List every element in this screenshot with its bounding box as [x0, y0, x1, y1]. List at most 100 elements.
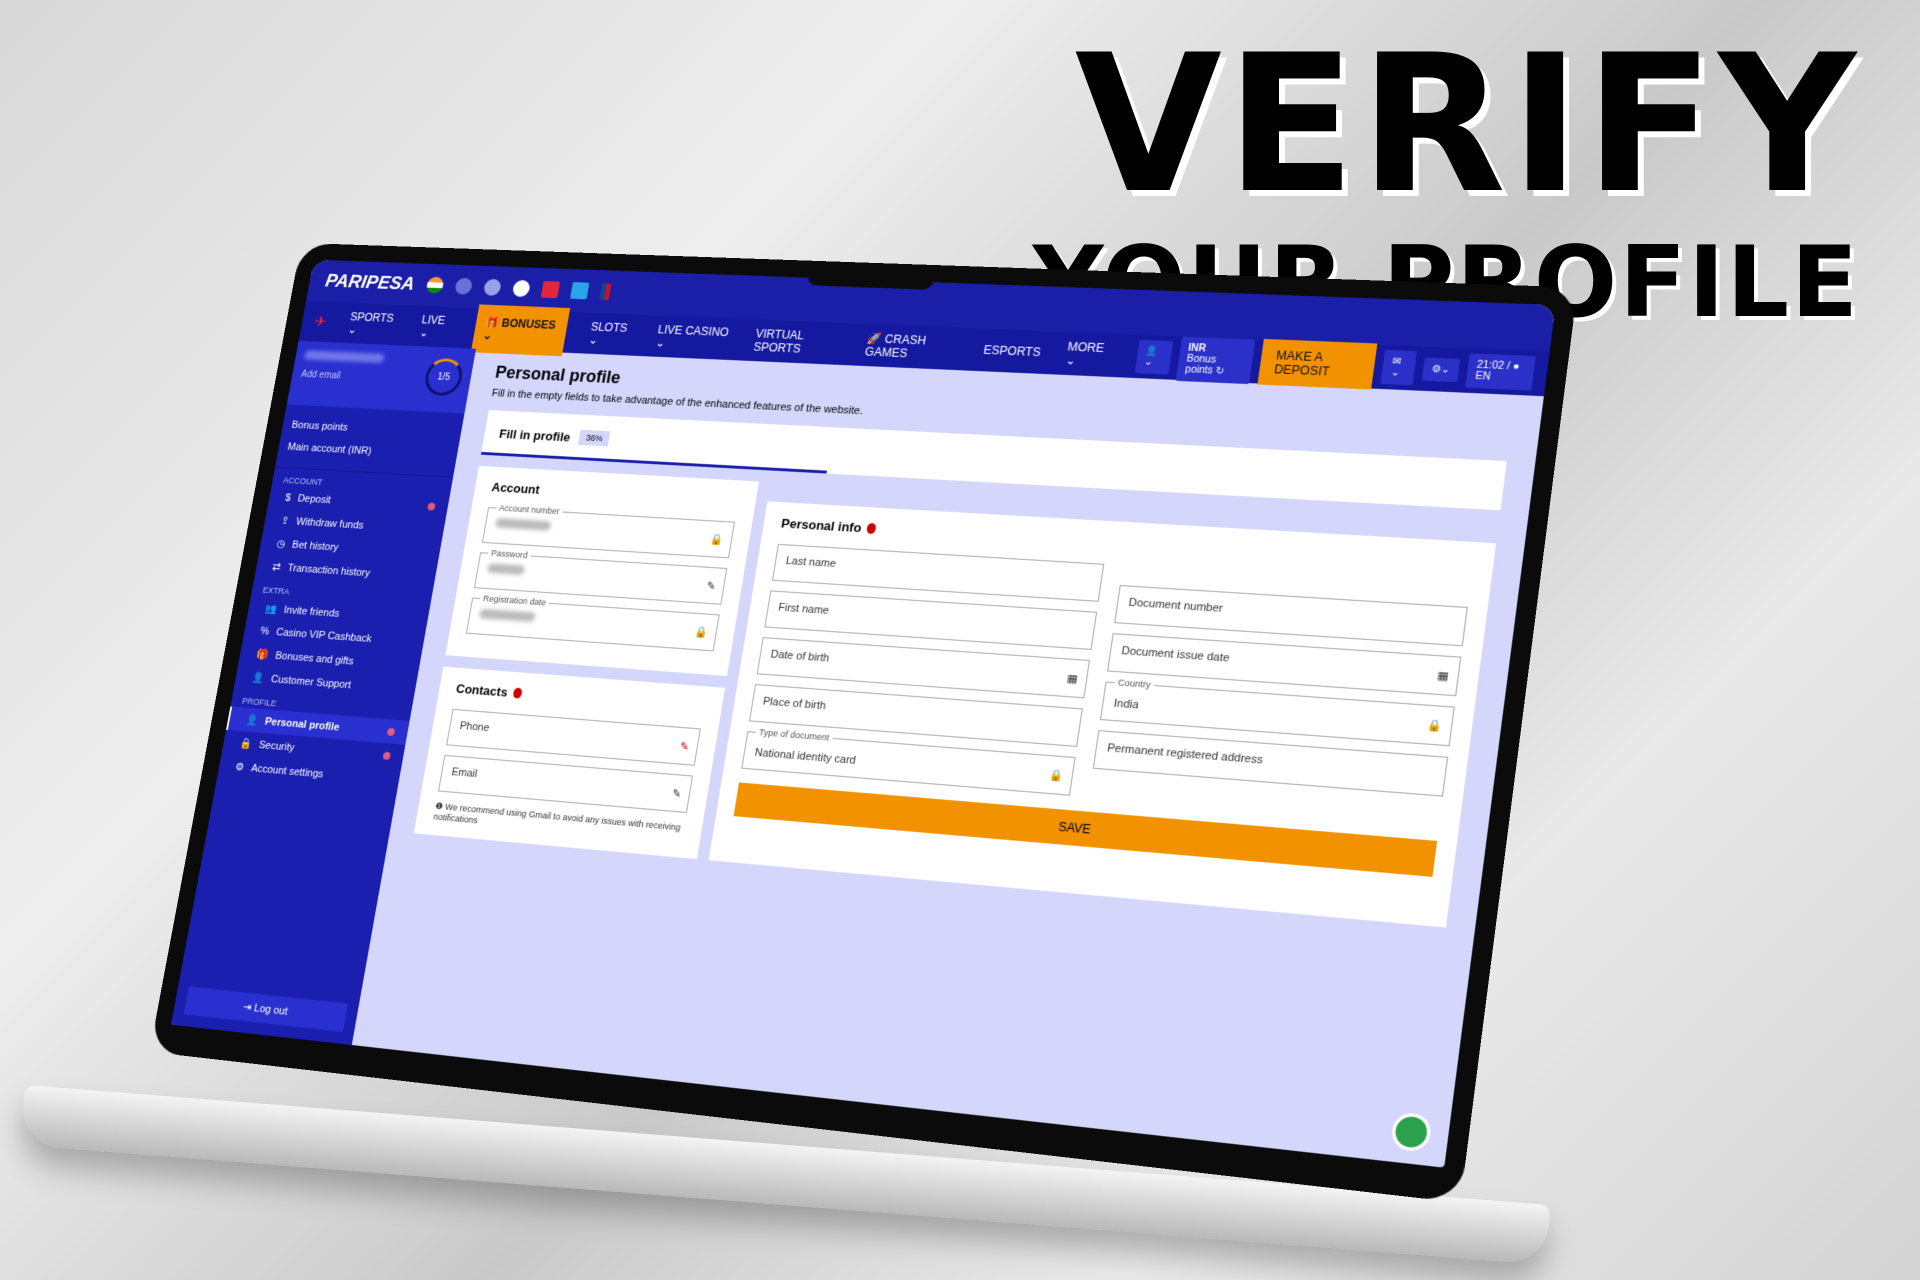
sidebar-item-label: Bet history	[291, 538, 340, 553]
user-icon: 👤	[244, 714, 259, 727]
lock-icon: 🔒	[238, 737, 253, 751]
screen: PARIPESA ✈ SPORTS ⌄ LIVE ⌄ 🎁 BONUSES ⌄ S…	[171, 259, 1556, 1168]
balances: Bonus points Main account (INR)	[274, 404, 465, 478]
mail-icon[interactable]: ✉⌄	[1380, 349, 1417, 386]
balance-box[interactable]: INR Bonus points ↻	[1175, 336, 1256, 384]
field-value: National identity card	[753, 746, 857, 767]
aviator-plane-icon[interactable]: ✈	[313, 312, 328, 331]
nav-crash-games[interactable]: 🚀 CRASH GAMES	[864, 332, 960, 363]
profile-progress-ring: 1/5	[422, 357, 466, 397]
field-placeholder: Last name	[784, 555, 837, 570]
field-placeholder: Permanent registered address	[1106, 742, 1264, 767]
sidebar-item-label: Transaction history	[286, 562, 372, 579]
nav-label: SPORTS	[349, 310, 395, 325]
field-label: Password	[487, 548, 532, 561]
nav-esports[interactable]: ESPORTS	[983, 343, 1042, 359]
currency: INR	[1187, 342, 1207, 354]
percent-badge-icon: %	[259, 625, 271, 638]
nav-label: MORE	[1066, 339, 1106, 355]
pencil-icon[interactable]: ✎	[706, 579, 717, 592]
logout-icon: ⇥	[242, 1001, 253, 1014]
lock-icon: 🔒	[709, 533, 725, 547]
blurred-value	[494, 518, 552, 531]
nav-live-casino[interactable]: LIVE CASINO ⌄	[655, 323, 733, 352]
premier-league-icon[interactable]	[511, 279, 531, 298]
sidebar-item-label: Invite friends	[282, 604, 341, 620]
pencil-icon[interactable]: ✎	[679, 740, 690, 753]
field-label: Account number	[495, 502, 564, 517]
gift-icon: 🎁	[255, 648, 270, 661]
personal-info-title: Personal info	[780, 515, 863, 536]
field-placeholder: Email	[450, 766, 479, 780]
camera-notch	[806, 260, 937, 290]
calendar-icon[interactable]: ▦	[1066, 672, 1079, 686]
logout-button[interactable]: ⇥ Log out	[183, 986, 348, 1032]
alert-icon	[427, 502, 436, 511]
field-placeholder: Phone	[458, 720, 491, 735]
lock-icon: 🔒	[1048, 769, 1065, 783]
user-menu-button[interactable]: 👤⌄	[1134, 339, 1173, 375]
field-placeholder: First name	[777, 601, 830, 617]
india-flag-icon[interactable]	[425, 276, 445, 294]
nav-label: LIVE	[420, 313, 447, 327]
pencil-icon[interactable]: ✎	[671, 787, 682, 801]
field-label: Type of document	[755, 726, 833, 743]
headline-verify: VERIFY	[1074, 14, 1860, 235]
upload-icon: ⇪	[279, 515, 291, 527]
paripesa-logo[interactable]: PARIPESA	[324, 271, 416, 295]
language: EN	[1474, 370, 1492, 383]
dollar-icon: $	[284, 492, 292, 504]
field-placeholder: Document issue date	[1120, 645, 1231, 665]
support-agent-icon: 👤	[250, 672, 265, 685]
field-placeholder: Document number	[1127, 596, 1224, 615]
nav-label: LIVE CASINO	[656, 322, 730, 340]
nav-sports[interactable]: SPORTS ⌄	[347, 310, 400, 338]
sidebar-item-label: Account settings	[250, 762, 325, 780]
calendar-icon[interactable]: ▦	[1437, 669, 1450, 683]
sidebar-item-label: Customer Support	[270, 673, 352, 691]
sidebar-item-label: Bonuses and gifts	[274, 649, 355, 667]
laptop-lid: PARIPESA ✈ SPORTS ⌄ LIVE ⌄ 🎁 BONUSES ⌄ S…	[149, 242, 1578, 1203]
sidebar-item-label: Withdraw funds	[295, 515, 365, 532]
laliga-icon[interactable]	[540, 280, 560, 299]
settings-gear-icon[interactable]: ⚙⌄	[1421, 357, 1461, 382]
blurred-value	[486, 563, 526, 576]
lock-icon: 🔒	[1426, 719, 1444, 734]
europa-league-icon[interactable]	[482, 278, 502, 296]
warning-icon	[866, 522, 877, 535]
sidebar-item-label: Security	[257, 738, 296, 754]
refresh-icon[interactable]: ↻	[1215, 365, 1225, 376]
nba-icon[interactable]	[599, 283, 612, 301]
account-id-blurred	[303, 350, 385, 364]
logout-label: Log out	[253, 1002, 289, 1018]
fill-percent-badge: 36%	[578, 429, 611, 447]
personal-info-card: Personal info Last name First name Date …	[708, 501, 1497, 928]
rocket-icon: 🚀	[866, 331, 883, 346]
serie-a-icon[interactable]	[569, 282, 590, 300]
info-icon: ❶	[434, 801, 444, 812]
gear-icon: ⚙	[234, 761, 246, 774]
nav-more[interactable]: MORE ⌄	[1065, 340, 1113, 369]
nav-virtual-sports[interactable]: VIRTUAL SPORTS	[753, 327, 844, 357]
warning-icon	[512, 687, 523, 699]
sidebar-item-label: Casino VIP Cashback	[275, 626, 373, 645]
make-deposit-button[interactable]: MAKE A DEPOSIT	[1257, 338, 1378, 390]
lock-icon: 🔒	[693, 626, 709, 640]
blurred-value	[478, 608, 536, 623]
nav-live[interactable]: LIVE ⌄	[418, 313, 454, 340]
contacts-card: Contacts Phone ✎ Email ✎ ❶ We recommend us…	[413, 666, 726, 860]
time-language[interactable]: 21:02 / ● EN	[1465, 353, 1536, 391]
champions-league-icon[interactable]	[453, 277, 473, 295]
contacts-title: Contacts	[454, 681, 509, 700]
user-box: Add email 1/5	[286, 340, 477, 414]
arrows-icon: ⇄	[271, 561, 282, 574]
nav-label: BONUSES	[500, 316, 557, 332]
alert-icon	[386, 727, 396, 736]
nav-slots[interactable]: SLOTS ⌄	[588, 320, 635, 348]
main-content: Personal profile Fill in the empty field…	[361, 349, 1533, 1166]
field-label: Registration date	[479, 593, 550, 608]
add-email-link[interactable]: Add email	[300, 369, 341, 381]
gift-icon: 🎁	[484, 315, 500, 330]
registration-date-field: Registration date 🔒	[465, 593, 720, 652]
field-placeholder: Date of birth	[769, 648, 831, 665]
